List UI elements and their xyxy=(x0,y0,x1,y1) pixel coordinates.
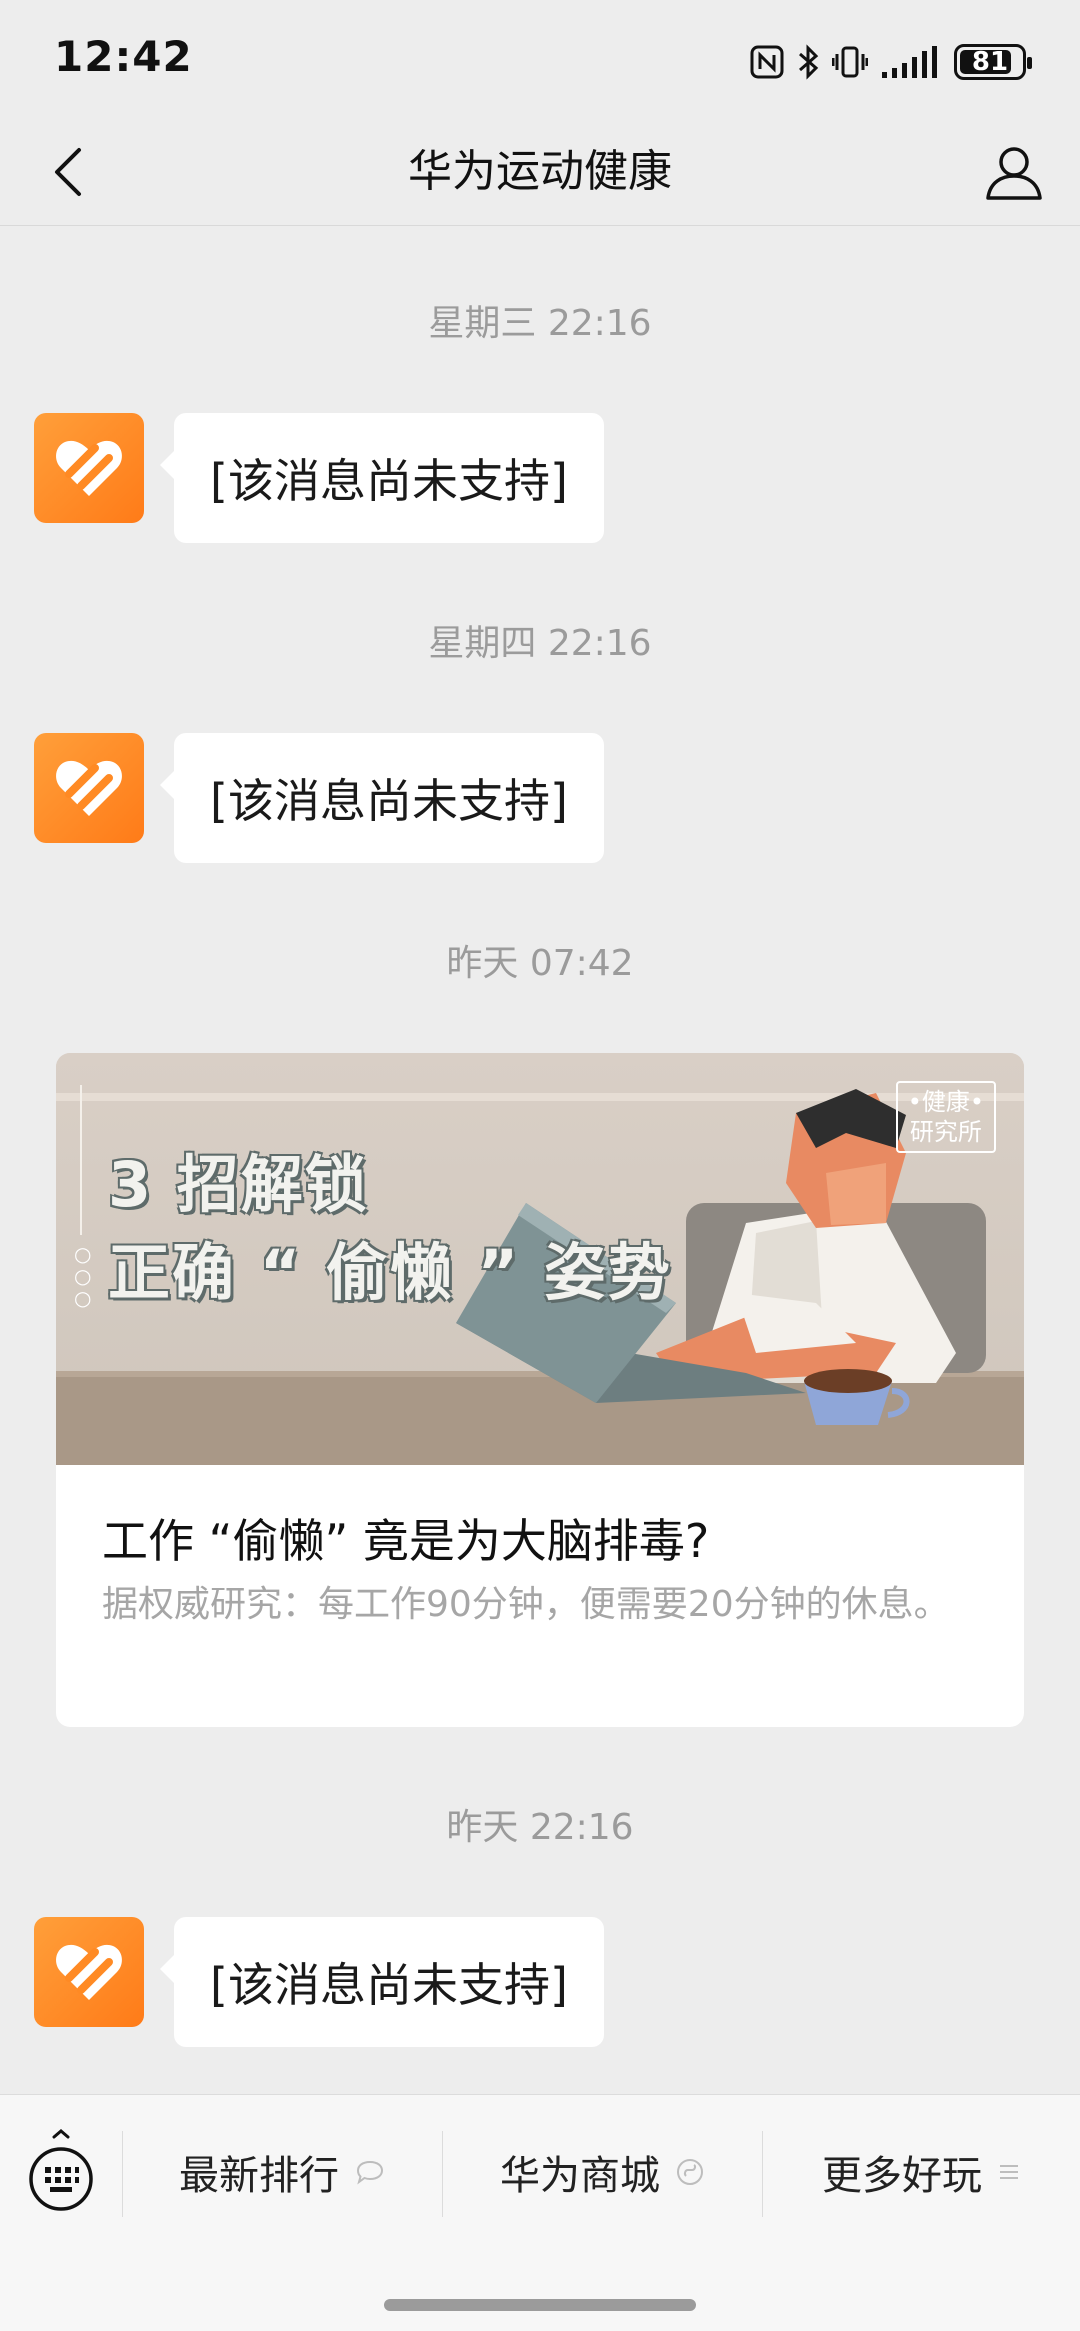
article-cover-text: 3 招解锁 正确 “ 偷懒 ” 姿势 xyxy=(108,1141,672,1317)
status-icons: 81 xyxy=(750,40,1032,84)
article-description: 据权威研究：每工作90分钟，便需要20分钟的休息。 xyxy=(102,1584,950,1625)
status-time: 12:42 xyxy=(54,32,193,81)
battery-icon: 81 xyxy=(954,44,1032,80)
cover-badge: •健康• 研究所 xyxy=(895,1081,996,1153)
person-icon xyxy=(986,147,1042,200)
article-card[interactable]: ○ ○ ○ 3 招解锁 正确 “ 偷懒 ” 姿势 •健康• 研究所 工作 “偷懒” … xyxy=(56,1053,1024,1727)
vibrate-icon xyxy=(832,44,868,80)
cover-decor-dots: ○ ○ ○ xyxy=(74,1242,92,1310)
avatar[interactable] xyxy=(34,1917,144,2027)
keyboard-toggle-button[interactable] xyxy=(26,2129,96,2213)
profile-button[interactable] xyxy=(978,136,1050,208)
signal-icon xyxy=(880,44,942,80)
health-logo-icon xyxy=(56,440,122,496)
mini-program-icon xyxy=(677,2159,703,2185)
chat-bubble-icon xyxy=(356,2160,384,2185)
page-title: 华为运动健康 xyxy=(408,146,672,197)
menu-item-latest-rank[interactable]: 最新排行 xyxy=(122,2129,442,2215)
avatar[interactable] xyxy=(34,733,144,843)
status-bar: 12:42 81 xyxy=(0,0,1080,120)
message-timestamp: 星期四 22:16 xyxy=(428,623,652,664)
menu-item-huawei-mall[interactable]: 华为商城 xyxy=(442,2129,762,2215)
menu-item-label: 最新排行 xyxy=(179,2153,339,2199)
cover-badge-line-1: •健康• xyxy=(907,1088,984,1116)
home-indicator[interactable] xyxy=(384,2299,696,2311)
menu-item-label: 华为商城 xyxy=(500,2153,660,2199)
menu-item-label: 更多好玩 xyxy=(822,2153,982,2199)
health-logo-icon xyxy=(56,1944,122,2000)
cover-decor-line xyxy=(80,1085,82,1235)
message-timestamp: 昨天 07:42 xyxy=(446,943,634,984)
message-row: [该消息尚未支持] xyxy=(34,1917,604,2047)
keyboard-icon xyxy=(29,2129,93,2211)
message-row: [该消息尚未支持] xyxy=(34,733,604,863)
health-logo-icon xyxy=(56,760,122,816)
service-menu-bar: 最新排行 华为商城 更多好玩 xyxy=(0,2094,1080,2331)
message-timestamp: 昨天 22:16 xyxy=(446,1807,634,1848)
message-bubble[interactable]: [该消息尚未支持] xyxy=(160,733,604,863)
cover-line-2: 正确 “ 偷懒 ” 姿势 xyxy=(108,1236,672,1309)
article-cover-image: ○ ○ ○ 3 招解锁 正确 “ 偷懒 ” 姿势 •健康• 研究所 xyxy=(56,1053,1024,1465)
nav-bar: 华为运动健康 xyxy=(0,120,1080,226)
bluetooth-icon xyxy=(796,44,820,80)
message-timestamp: 星期三 22:16 xyxy=(428,303,652,344)
article-title: 工作 “偷懒” 竟是为大脑排毒? xyxy=(102,1514,710,1568)
avatar[interactable] xyxy=(34,413,144,523)
message-row: [该消息尚未支持] xyxy=(34,413,604,543)
menu-lines-icon xyxy=(1000,2165,1018,2179)
chat-screen: 12:42 81 华为运动健康 星期三 22:16 [该消息尚未支持] 星期四 … xyxy=(0,0,1080,2331)
message-bubble[interactable]: [该消息尚未支持] xyxy=(160,1917,604,2047)
cover-badge-line-2: 研究所 xyxy=(909,1118,982,1146)
battery-level: 81 xyxy=(971,47,1009,77)
cover-line-1: 3 招解锁 xyxy=(108,1148,369,1221)
menu-item-more-fun[interactable]: 更多好玩 xyxy=(762,2129,1080,2215)
nfc-icon xyxy=(750,45,784,79)
message-bubble[interactable]: [该消息尚未支持] xyxy=(160,413,604,543)
